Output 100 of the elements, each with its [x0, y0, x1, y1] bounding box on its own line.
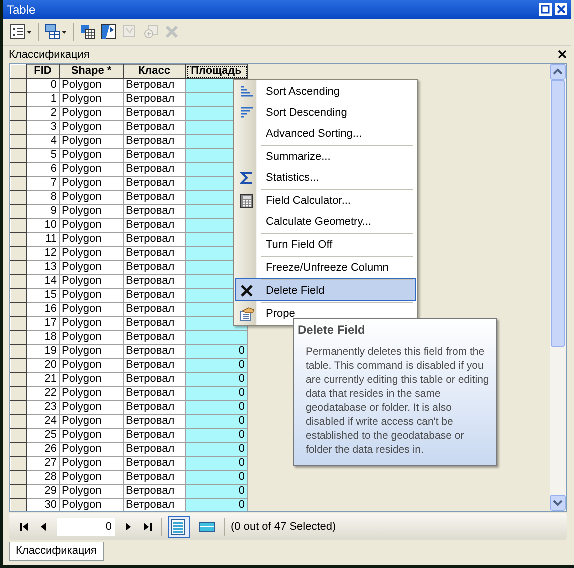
- row-selector[interactable]: [10, 120, 26, 134]
- row-selector[interactable]: [10, 386, 26, 400]
- table-cell: 0: [186, 484, 248, 498]
- table-cell: Polygon: [60, 442, 124, 456]
- table-cell: 12: [26, 246, 60, 260]
- row-selector[interactable]: [10, 92, 26, 106]
- column-header[interactable]: Shape *: [60, 64, 124, 78]
- skip-back-icon: [19, 522, 29, 532]
- table-cell: 0: [186, 372, 248, 386]
- row-selector[interactable]: [10, 190, 26, 204]
- row-selector[interactable]: [10, 78, 26, 92]
- table-select-icon: [80, 24, 96, 40]
- scroll-up-button[interactable]: [550, 64, 566, 80]
- table-cell: Polygon: [60, 134, 124, 148]
- row-selector[interactable]: [10, 274, 26, 288]
- row-selector[interactable]: [10, 358, 26, 372]
- row-selector[interactable]: [10, 162, 26, 176]
- view-button[interactable]: [168, 516, 190, 538]
- row-selector[interactable]: [10, 498, 26, 511]
- table-cell: 0: [186, 498, 248, 511]
- row-selector[interactable]: [10, 288, 26, 302]
- row-selector[interactable]: [10, 316, 26, 330]
- menu-item[interactable]: Sort Ascending: [235, 81, 416, 102]
- table-cell: 22: [26, 386, 60, 400]
- row-selector[interactable]: [10, 232, 26, 246]
- row-selector[interactable]: [10, 246, 26, 260]
- row-selector[interactable]: [10, 400, 26, 414]
- caret-icon: [62, 30, 67, 34]
- column-header[interactable]: Класс: [124, 64, 186, 78]
- table-cell: 28: [26, 470, 60, 484]
- table-cell: 10: [26, 218, 60, 232]
- row-selector[interactable]: [10, 176, 26, 190]
- row-selector[interactable]: [10, 64, 26, 78]
- table-cell: 15: [26, 288, 60, 302]
- table-cell: Ветровал: [124, 176, 186, 190]
- row-selector[interactable]: [10, 344, 26, 358]
- table-cell: 6: [26, 162, 60, 176]
- table-cell: Ветровал: [124, 400, 186, 414]
- menu-item[interactable]: Advanced Sorting...: [235, 123, 416, 144]
- table-cell: [186, 330, 248, 344]
- row-selector[interactable]: [10, 134, 26, 148]
- table-cell: Polygon: [60, 456, 124, 470]
- triangle-right-icon: [123, 522, 133, 532]
- row-selector[interactable]: [10, 456, 26, 470]
- table-cell: Polygon: [60, 414, 124, 428]
- row-selector[interactable]: [10, 302, 26, 316]
- row-selector[interactable]: [10, 218, 26, 232]
- tooltip-text: Permanently deletes this field from the table. This command is disabled if you are currently editing this table or editing data that resides in the same geodatabase or folder. It is also disabled if write access can't be established to the geodatabase or folder the data resides in.: [305, 345, 490, 457]
- row-selector[interactable]: [10, 148, 26, 162]
- column-header[interactable]: FID: [26, 64, 60, 78]
- row-selector[interactable]: [10, 484, 26, 498]
- menu-item[interactable]: Sort Descending: [235, 102, 416, 123]
- table-cell: Ветровал: [124, 162, 186, 176]
- table-cell: 0: [26, 78, 60, 92]
- table-cell: 24: [26, 414, 60, 428]
- menu-item[interactable]: Delete Field: [235, 278, 416, 301]
- menu-item[interactable]: Calculate Geometry...: [235, 211, 416, 232]
- scrollbar-thumb[interactable]: [551, 80, 565, 347]
- maximize-icon[interactable]: [539, 3, 552, 16]
- table-cell: 0: [186, 358, 248, 372]
- table-cell: 9: [26, 204, 60, 218]
- table-cell: Ветровал: [124, 470, 186, 484]
- table-cell: Polygon: [60, 428, 124, 442]
- table-cell: Ветровал: [124, 442, 186, 456]
- table-cell: 19: [26, 344, 60, 358]
- record-field[interactable]: 0: [57, 518, 115, 536]
- row-selector[interactable]: [10, 260, 26, 274]
- row-selector[interactable]: [10, 414, 26, 428]
- row-selector[interactable]: [10, 106, 26, 120]
- row-selector[interactable]: [10, 470, 26, 484]
- table-cell: Polygon: [60, 260, 124, 274]
- table-cell: 23: [26, 400, 60, 414]
- table-cell: Ветровал: [124, 316, 186, 330]
- column-header[interactable]: Площадь: [186, 64, 248, 78]
- table-cell: Polygon: [60, 148, 124, 162]
- delete-icon: [164, 24, 180, 40]
- table-cell: Polygon: [60, 92, 124, 106]
- zoom-icon: [143, 24, 159, 40]
- table-tab[interactable]: Классификация: [9, 542, 104, 561]
- close-icon[interactable]: [558, 50, 567, 59]
- table-cell: Polygon: [60, 190, 124, 204]
- scroll-down-button[interactable]: [550, 495, 566, 511]
- table-cell: Polygon: [60, 106, 124, 120]
- close-icon[interactable]: [555, 3, 568, 16]
- table-cell: Ветровал: [124, 120, 186, 134]
- row-selector[interactable]: [10, 372, 26, 386]
- table-cell: Polygon: [60, 78, 124, 92]
- table-cell: Polygon: [60, 120, 124, 134]
- menu-item[interactable]: Statistics...: [235, 167, 416, 188]
- delete-icon: [240, 284, 254, 298]
- table-cell: 16: [26, 302, 60, 316]
- row-selector[interactable]: [10, 428, 26, 442]
- row-selector[interactable]: [10, 442, 26, 456]
- table-cell: Polygon: [60, 204, 124, 218]
- table-cell: 0: [186, 386, 248, 400]
- table-cell: 0: [186, 400, 248, 414]
- row-selector[interactable]: [10, 204, 26, 218]
- row-selector[interactable]: [10, 330, 26, 344]
- table-cell: 27: [26, 456, 60, 470]
- list-icon: [10, 24, 26, 40]
